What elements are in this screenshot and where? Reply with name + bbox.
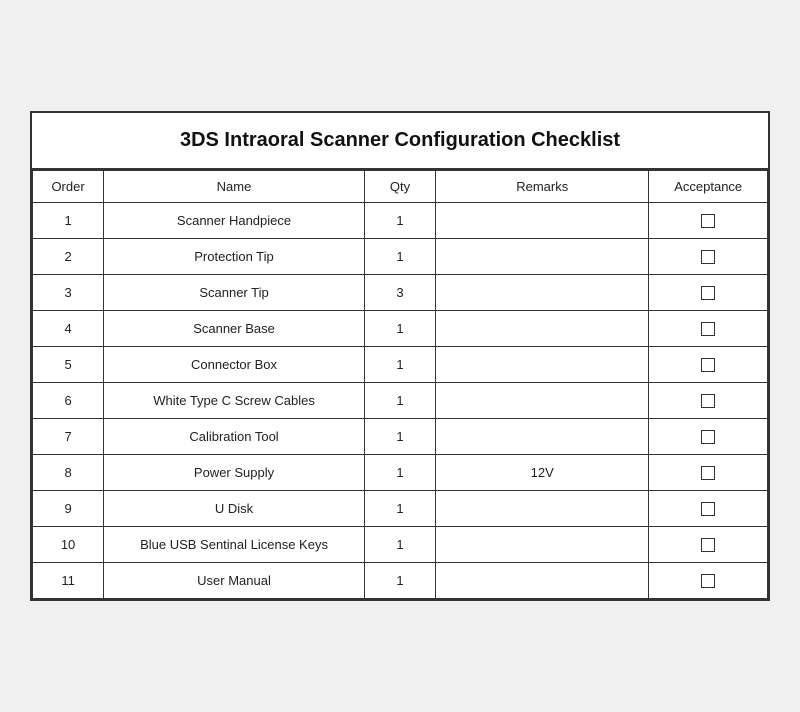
checkbox-icon[interactable] (701, 430, 715, 444)
checklist-title: 3DS Intraoral Scanner Configuration Chec… (32, 113, 768, 170)
header-acceptance: Acceptance (649, 171, 768, 203)
cell-remarks (436, 383, 649, 419)
cell-qty: 3 (364, 275, 435, 311)
header-order: Order (33, 171, 104, 203)
cell-order: 10 (33, 527, 104, 563)
cell-qty: 1 (364, 239, 435, 275)
cell-remarks (436, 203, 649, 239)
cell-name: White Type C Screw Cables (104, 383, 365, 419)
cell-qty: 1 (364, 419, 435, 455)
cell-name: U Disk (104, 491, 365, 527)
cell-acceptance[interactable] (649, 419, 768, 455)
table-row: 9U Disk1 (33, 491, 768, 527)
checkbox-icon[interactable] (701, 394, 715, 408)
cell-order: 9 (33, 491, 104, 527)
cell-name: Power Supply (104, 455, 365, 491)
checkbox-icon[interactable] (701, 214, 715, 228)
table-row: 10Blue USB Sentinal License Keys1 (33, 527, 768, 563)
cell-remarks (436, 311, 649, 347)
table-row: 2Protection Tip1 (33, 239, 768, 275)
cell-name: Scanner Tip (104, 275, 365, 311)
table-row: 5Connector Box1 (33, 347, 768, 383)
checkbox-icon[interactable] (701, 538, 715, 552)
cell-name: Scanner Base (104, 311, 365, 347)
cell-remarks (436, 563, 649, 599)
table-row: 8Power Supply112V (33, 455, 768, 491)
cell-name: Protection Tip (104, 239, 365, 275)
table-row: 1Scanner Handpiece1 (33, 203, 768, 239)
table-row: 6White Type C Screw Cables1 (33, 383, 768, 419)
cell-remarks (436, 275, 649, 311)
checkbox-icon[interactable] (701, 466, 715, 480)
cell-qty: 1 (364, 383, 435, 419)
cell-qty: 1 (364, 311, 435, 347)
cell-acceptance[interactable] (649, 203, 768, 239)
cell-remarks: 12V (436, 455, 649, 491)
checkbox-icon[interactable] (701, 322, 715, 336)
cell-acceptance[interactable] (649, 383, 768, 419)
cell-remarks (436, 239, 649, 275)
cell-remarks (436, 347, 649, 383)
table-header-row: Order Name Qty Remarks Acceptance (33, 171, 768, 203)
checkbox-icon[interactable] (701, 574, 715, 588)
cell-order: 2 (33, 239, 104, 275)
cell-order: 7 (33, 419, 104, 455)
checkbox-icon[interactable] (701, 502, 715, 516)
cell-acceptance[interactable] (649, 527, 768, 563)
cell-qty: 1 (364, 203, 435, 239)
cell-acceptance[interactable] (649, 239, 768, 275)
table-row: 11User Manual1 (33, 563, 768, 599)
cell-qty: 1 (364, 455, 435, 491)
header-qty: Qty (364, 171, 435, 203)
cell-acceptance[interactable] (649, 491, 768, 527)
cell-acceptance[interactable] (649, 311, 768, 347)
cell-qty: 1 (364, 563, 435, 599)
table-row: 3Scanner Tip3 (33, 275, 768, 311)
cell-remarks (436, 527, 649, 563)
table-row: 7Calibration Tool1 (33, 419, 768, 455)
checkbox-icon[interactable] (701, 286, 715, 300)
cell-name: Connector Box (104, 347, 365, 383)
header-name: Name (104, 171, 365, 203)
cell-order: 6 (33, 383, 104, 419)
table-body: 1Scanner Handpiece12Protection Tip13Scan… (33, 203, 768, 599)
cell-acceptance[interactable] (649, 347, 768, 383)
cell-order: 3 (33, 275, 104, 311)
cell-order: 5 (33, 347, 104, 383)
cell-remarks (436, 419, 649, 455)
cell-qty: 1 (364, 347, 435, 383)
cell-remarks (436, 491, 649, 527)
cell-order: 1 (33, 203, 104, 239)
cell-order: 4 (33, 311, 104, 347)
checkbox-icon[interactable] (701, 250, 715, 264)
table-row: 4Scanner Base1 (33, 311, 768, 347)
cell-acceptance[interactable] (649, 563, 768, 599)
cell-name: Blue USB Sentinal License Keys (104, 527, 365, 563)
cell-qty: 1 (364, 527, 435, 563)
cell-acceptance[interactable] (649, 455, 768, 491)
checklist-container: 3DS Intraoral Scanner Configuration Chec… (30, 111, 770, 601)
cell-name: Calibration Tool (104, 419, 365, 455)
cell-name: User Manual (104, 563, 365, 599)
checklist-table: Order Name Qty Remarks Acceptance 1Scann… (32, 170, 768, 599)
cell-order: 11 (33, 563, 104, 599)
header-remarks: Remarks (436, 171, 649, 203)
cell-order: 8 (33, 455, 104, 491)
checkbox-icon[interactable] (701, 358, 715, 372)
cell-qty: 1 (364, 491, 435, 527)
cell-acceptance[interactable] (649, 275, 768, 311)
cell-name: Scanner Handpiece (104, 203, 365, 239)
